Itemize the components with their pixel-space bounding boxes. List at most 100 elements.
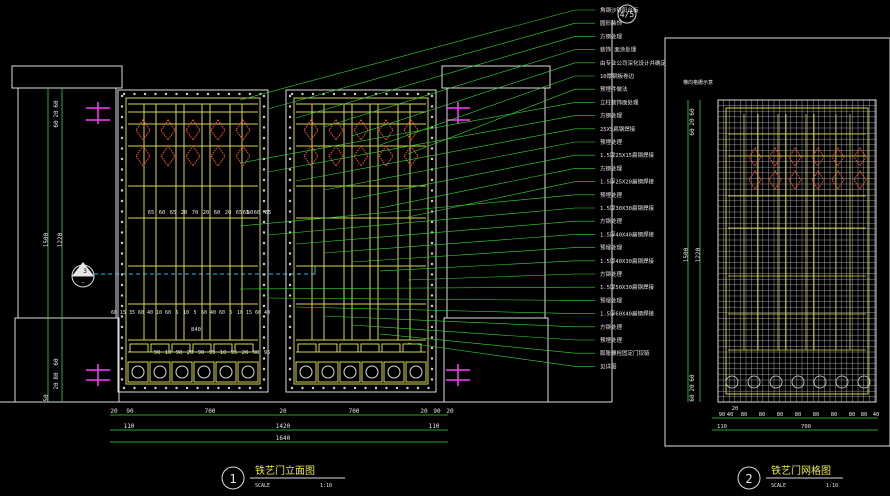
frame-rivet: [262, 115, 266, 119]
inner-dimension: 70: [192, 210, 199, 216]
grid-diamond: [748, 147, 762, 167]
base-box: [317, 361, 339, 383]
bottom-dimension: 110: [429, 423, 440, 430]
frame-rivet: [120, 252, 124, 255]
callout-label: 方钢处理: [600, 323, 623, 331]
grid-bottom-dimension: 40: [727, 412, 734, 418]
right-pillar-cap: [441, 65, 551, 89]
decorative-diamond: [185, 119, 201, 141]
frame-rivet: [288, 336, 292, 339]
decorative-diamond: [403, 119, 419, 141]
frame-rivet: [288, 294, 292, 297]
decorative-diamond: [135, 119, 151, 141]
callout-leader: [407, 181, 576, 218]
inner-dimension: 95: [264, 350, 271, 356]
dimension-lines: 6020601500 12206080205020 90 700 20 700 20 90 20…: [43, 88, 454, 443]
grid-bottom-dimension: 110: [717, 424, 727, 430]
frame-rivet: [427, 386, 430, 390]
frame-rivet: [120, 115, 124, 119]
frame-rivet: [430, 147, 434, 150]
grid-bottom-dimension: 80: [777, 412, 784, 418]
bottom-dimension: 700: [205, 408, 216, 415]
base-box: [237, 361, 259, 383]
base-box: [215, 361, 237, 383]
base-ring: [219, 365, 233, 379]
frame-rivet: [133, 386, 136, 390]
frame-rivet: [133, 92, 136, 96]
left-pillar-body: [17, 87, 117, 319]
frame-rivet: [154, 92, 157, 96]
grid-base-ring: [769, 375, 783, 389]
left-dimension: 20: [53, 382, 60, 390]
frame-rivet: [430, 94, 434, 98]
frame-rivet: [262, 336, 266, 339]
frame-rivet: [288, 283, 292, 287]
frame-rivet: [364, 386, 367, 390]
frame-rivet: [120, 126, 124, 129]
decorative-diamond: [210, 145, 226, 167]
frame-rivet: [262, 304, 266, 308]
grid-bottom-dimension: 40: [873, 412, 880, 418]
frame-rivet: [343, 386, 346, 390]
frame-rivet: [430, 346, 434, 350]
section-marker-number: 3: [83, 268, 87, 275]
bottom-dimension: 20: [420, 408, 428, 415]
decorative-diamond: [185, 145, 201, 167]
frame-rivet: [120, 304, 124, 308]
gate-grid-view: 6020601500 12206020602090 40 80 80 80 80 80 80 80…: [664, 37, 890, 447]
frame-rivet: [430, 315, 434, 318]
inner-dimension: 60: [159, 210, 166, 216]
frame-rivet: [406, 92, 409, 96]
title-grid: 铁艺门网格图: [771, 464, 831, 477]
frame-rivet: [332, 386, 336, 390]
base-box: [405, 361, 427, 383]
frame-rivet: [120, 178, 124, 182]
decorative-diamond: [160, 119, 176, 141]
base-ring: [131, 365, 145, 379]
rail-box: [129, 343, 149, 353]
base-box: [127, 361, 149, 383]
title-number-gate: 1: [229, 472, 236, 486]
callout-leader: [407, 342, 576, 367]
left-dimension: 20: [53, 110, 60, 118]
frame-rivet: [288, 325, 292, 329]
frame-rivet: [288, 147, 292, 150]
callout-leader: [239, 9, 576, 101]
inner-dimension: 60: [255, 310, 261, 316]
inner-dimension: 40: [210, 310, 216, 316]
inner-dimension: 35: [129, 310, 135, 316]
frame-rivet: [290, 92, 294, 96]
rail-box: [381, 343, 401, 353]
frame-rivet: [217, 92, 220, 96]
frame-rivet: [288, 273, 292, 276]
decorative-diamond: [210, 119, 226, 141]
frame-rivet: [262, 178, 266, 182]
frame-rivet: [322, 386, 325, 390]
callout-label: 预埋件做法: [600, 85, 628, 93]
inner-dimension: 20: [242, 350, 249, 356]
base-ring: [343, 365, 357, 379]
callout-label: 圆形装饰: [600, 19, 623, 27]
frame-rivet: [248, 92, 252, 96]
inner-dimension: 60: [219, 310, 225, 316]
frame-rivet: [262, 94, 266, 98]
frame-rivet: [154, 386, 157, 390]
frame-rivet: [288, 199, 292, 203]
frame-rivet: [262, 252, 266, 255]
bottom-dimension: 90: [433, 408, 441, 415]
frame-rivet: [206, 92, 210, 96]
frame-rivet: [430, 283, 434, 287]
callout-leader: [351, 154, 576, 200]
frame-rivet: [262, 273, 266, 276]
inner-dimension: 10: [220, 350, 227, 356]
frame-rivet: [262, 105, 266, 108]
grid-view-border: [664, 37, 890, 447]
frame-rivet: [120, 189, 124, 192]
callout-label: 1.5厚50X30扁钢焊接: [600, 283, 654, 291]
callout-label: 装饰 面涂处理: [600, 46, 637, 54]
frame-rivet: [143, 386, 147, 390]
frame-rivet: [120, 199, 124, 203]
frame-rivet: [120, 273, 124, 276]
title-block-grid: 2 铁艺门网格图 SCALE 1:10: [737, 464, 843, 490]
scale-value-grid: 1:10: [826, 483, 838, 489]
